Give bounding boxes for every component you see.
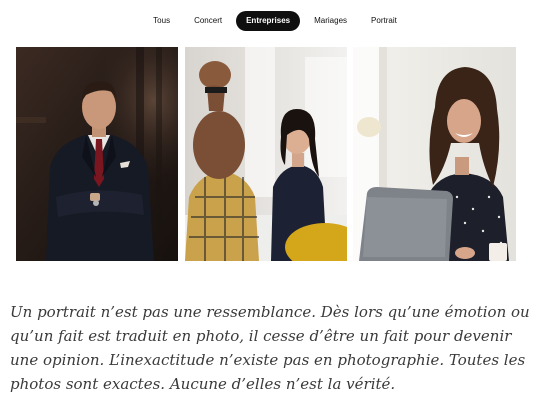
page: Tous Concert Entreprises Mariages Portra… <box>0 0 550 400</box>
gallery-photo-meeting[interactable] <box>185 47 347 261</box>
meeting-photo-image <box>185 47 347 261</box>
filter-tab-concert[interactable]: Concert <box>184 11 232 31</box>
gallery-photo-laptop-woman[interactable] <box>353 47 516 261</box>
businessman-photo-image <box>16 47 178 261</box>
laptop-woman-photo-image <box>353 47 516 261</box>
filter-tab-mariages[interactable]: Mariages <box>304 11 357 31</box>
filter-tab-portrait[interactable]: Portrait <box>361 11 407 31</box>
category-filter-bar: Tous Concert Entreprises Mariages Portra… <box>0 10 550 32</box>
filter-tab-entreprises[interactable]: Entreprises <box>236 11 301 31</box>
filter-tab-tous[interactable]: Tous <box>143 11 180 31</box>
photography-quote: Un portrait n’est pas une ressemblance. … <box>10 303 530 393</box>
photo-gallery <box>16 47 516 261</box>
gallery-photo-businessman[interactable] <box>16 47 178 261</box>
